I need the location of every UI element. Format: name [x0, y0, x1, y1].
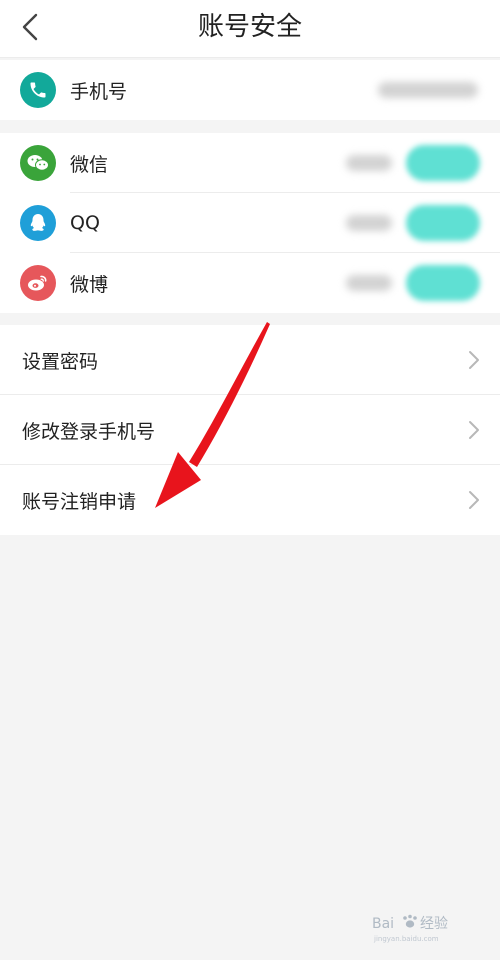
baidu-jingyan-watermark: Bai 经验 jingyan.baidu.com [372, 914, 448, 943]
social-bindings-card: 微信 QQ 微博 [0, 133, 500, 313]
wechat-row[interactable]: 微信 [0, 133, 500, 193]
qq-label: QQ [70, 212, 100, 234]
back-button[interactable] [12, 9, 48, 45]
weibo-label: 微博 [70, 273, 109, 296]
top-bar: 账号安全 [0, 0, 500, 58]
weibo-row[interactable]: 微博 [0, 253, 500, 313]
phone-label: 手机号 [70, 80, 128, 103]
change-login-phone-label: 修改登录手机号 [22, 420, 156, 443]
page-title: 账号安全 [197, 12, 302, 42]
wechat-icon [20, 145, 56, 181]
qq-row[interactable]: QQ [0, 193, 500, 253]
weibo-icon [20, 265, 56, 301]
wechat-value-blurred [346, 155, 392, 171]
wechat-bind-button[interactable] [406, 145, 480, 181]
phone-icon [20, 72, 56, 108]
watermark-brand-2: 经验 [420, 916, 448, 932]
qq-bind-button[interactable] [406, 205, 480, 241]
wechat-label: 微信 [70, 153, 109, 176]
phone-row[interactable]: 手机号 [0, 60, 500, 120]
back-arrow-icon [22, 13, 38, 41]
qq-value-blurred [346, 215, 392, 231]
account-cancellation-label: 账号注销申请 [22, 490, 137, 513]
account-cancellation-row[interactable]: 账号注销申请 [0, 465, 500, 535]
account-security-page: 账号安全 手机号 微信 QQ 微博 设置密码 修改登录手机号 账号注销申请 Ba… [0, 0, 500, 960]
watermark-brand: Bai [372, 916, 394, 932]
set-password-row[interactable]: 设置密码 [0, 325, 500, 395]
weibo-value-blurred [346, 275, 392, 291]
watermark-url: jingyan.baidu.com [373, 935, 439, 943]
weibo-bind-button[interactable] [406, 265, 480, 301]
qq-icon [20, 205, 56, 241]
chevron-right-icon [469, 351, 479, 369]
set-password-label: 设置密码 [22, 350, 99, 373]
change-login-phone-row[interactable]: 修改登录手机号 [0, 395, 500, 465]
chevron-right-icon [469, 421, 479, 439]
settings-menu-card: 设置密码 修改登录手机号 账号注销申请 [0, 325, 500, 535]
phone-card: 手机号 [0, 60, 500, 120]
chevron-right-icon [469, 491, 479, 509]
phone-number-value-blurred [378, 82, 478, 98]
